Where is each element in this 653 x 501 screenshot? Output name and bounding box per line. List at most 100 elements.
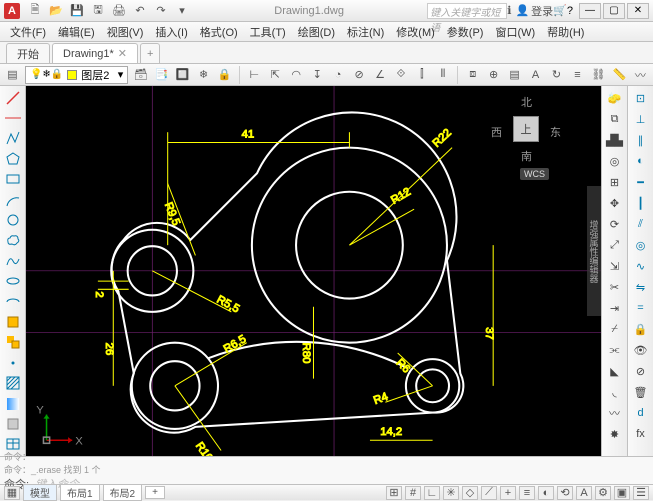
workspace-icon[interactable]: ⚙ (595, 486, 611, 500)
constraint-parallel-icon[interactable]: ∥ (630, 130, 652, 150)
tab-model[interactable]: 模型 (23, 484, 57, 501)
scale-tool[interactable]: ⤢ (604, 235, 626, 255)
otrack-mode-icon[interactable]: ⟋ (481, 486, 497, 500)
menu-file[interactable]: 文件(F) (4, 22, 52, 42)
array-tool[interactable]: ⊞ (604, 172, 626, 192)
snap-mode-icon[interactable]: ⊞ (386, 486, 402, 500)
fillet-tool[interactable]: ◟ (604, 382, 626, 402)
offset-tool[interactable]: ◎ (604, 151, 626, 171)
constraint-hide-icon[interactable]: ⊘ (630, 361, 652, 381)
transparency-icon[interactable]: ◐ (538, 486, 554, 500)
tab-layout1[interactable]: 布局1 (60, 484, 100, 501)
grid-mode-icon[interactable]: # (405, 486, 421, 500)
redo-icon[interactable]: ↷ (152, 2, 170, 20)
constraint-vert-icon[interactable]: ┃ (630, 193, 652, 213)
dropdown-icon[interactable]: ▾ (173, 2, 191, 20)
tab-drawing1[interactable]: Drawing1*✕ (52, 43, 138, 63)
make-block-tool[interactable] (2, 333, 24, 352)
ortho-mode-icon[interactable]: ∟ (424, 486, 440, 500)
dim-ordinate-icon[interactable]: ↧ (309, 65, 326, 85)
view-cube[interactable]: 北 南 东 西 上 (491, 94, 561, 164)
menu-edit[interactable]: 编辑(E) (52, 22, 101, 42)
dim-quick-icon[interactable]: ⟐ (393, 65, 410, 85)
blend-tool[interactable]: 〰 (604, 403, 626, 423)
clean-screen-icon[interactable]: ▣ (614, 486, 630, 500)
constraint-equal-icon[interactable]: = (630, 298, 652, 318)
menu-param[interactable]: 参数(P) (441, 22, 490, 42)
wcs-badge[interactable]: WCS (520, 168, 549, 180)
constraint-show-icon[interactable]: 👁 (630, 340, 652, 360)
lineweight-toggle-icon[interactable]: ≡ (519, 486, 535, 500)
explode-tool[interactable]: ✸ (604, 424, 626, 444)
xline-tool[interactable] (2, 108, 24, 127)
erase-tool[interactable]: 🧽 (604, 88, 626, 108)
undo-icon[interactable]: ↶ (131, 2, 149, 20)
chamfer-tool[interactable]: ◣ (604, 361, 626, 381)
exchange-icon[interactable]: 🛒 (553, 4, 567, 17)
polygon-tool[interactable] (2, 149, 24, 168)
insert-block-tool[interactable] (2, 312, 24, 331)
minimize-button[interactable]: — (579, 3, 601, 19)
layer-dropdown[interactable]: 💡❄🔒图层2▾ (25, 66, 128, 84)
app-logo[interactable]: A (4, 3, 20, 19)
layer-freeze-icon[interactable]: ❄ (195, 65, 212, 85)
gradient-tool[interactable] (2, 394, 24, 413)
side-panel-handle[interactable]: 增强属性编辑器 (587, 186, 601, 316)
move-tool[interactable]: ✥ (604, 193, 626, 213)
ellipse-arc-tool[interactable] (2, 292, 24, 311)
command-line[interactable]: 命令： 命令：_.erase 找到 1 个 命令: 键入命令 (0, 456, 653, 484)
dim-diameter-icon[interactable]: ⊘ (351, 65, 368, 85)
layer-manager-icon[interactable]: ▤ (4, 65, 21, 85)
layer-states-icon[interactable]: 🗃 (132, 65, 149, 85)
polyline-tool[interactable] (2, 129, 24, 148)
dim-radius-icon[interactable]: ◔ (330, 65, 347, 85)
constraint-concentric-icon[interactable]: ◎ (630, 235, 652, 255)
help-icon[interactable]: ? (567, 5, 573, 17)
join-tool[interactable]: ⫘ (604, 340, 626, 360)
customize-icon[interactable]: ☰ (633, 486, 649, 500)
tab-add[interactable]: + (140, 43, 160, 63)
print-icon[interactable]: 🖨 (110, 2, 128, 20)
polar-mode-icon[interactable]: ✳ (443, 486, 459, 500)
layer-iso-icon[interactable]: 📑 (153, 65, 170, 85)
break-tool[interactable]: ⌿ (604, 319, 626, 339)
constraint-tangent-icon[interactable]: ◐ (630, 151, 652, 171)
open-icon[interactable]: 📂 (47, 2, 65, 20)
maximize-button[interactable]: ▢ (603, 3, 625, 19)
menu-modify[interactable]: 修改(M) (390, 22, 441, 42)
menu-draw[interactable]: 绘图(D) (292, 22, 341, 42)
constraint-perp-icon[interactable]: ⊥ (630, 109, 652, 129)
menu-help[interactable]: 帮助(H) (541, 22, 590, 42)
saveas-icon[interactable]: 🖫 (89, 2, 107, 20)
dim-linear-icon[interactable]: ⊢ (246, 65, 263, 85)
menu-view[interactable]: 视图(V) (101, 22, 150, 42)
info-icon[interactable]: ℹ (507, 4, 511, 17)
constraint-horiz-icon[interactable]: ━ (630, 172, 652, 192)
dim-baseline-icon[interactable]: ⫿ (413, 65, 430, 85)
layer-lock-icon[interactable]: 🔒 (216, 65, 233, 85)
osnap-mode-icon[interactable]: ◇ (462, 486, 478, 500)
menu-insert[interactable]: 插入(I) (149, 22, 193, 42)
dim-continue-icon[interactable]: ⫴ (434, 65, 451, 85)
hatch-tool[interactable] (2, 373, 24, 392)
extend-tool[interactable]: ⇥ (604, 298, 626, 318)
param-mgr-icon[interactable]: fx (630, 424, 652, 444)
tab-start[interactable]: 开始 (6, 43, 50, 63)
constraint-smooth-icon[interactable]: ∿ (630, 256, 652, 276)
trim-tool[interactable]: ✂ (604, 277, 626, 297)
constraint-coincident-icon[interactable]: ⊡ (630, 88, 652, 108)
copy-tool[interactable]: ⧉ (604, 109, 626, 129)
constraint-colinear-icon[interactable]: ⫽ (630, 214, 652, 234)
dim-update-icon[interactable]: ↻ (548, 65, 565, 85)
search-input[interactable]: 键入关键字或短语 (427, 3, 507, 19)
measure-icon[interactable]: 📏 (611, 65, 628, 85)
dim-aligned-icon[interactable]: ⇱ (267, 65, 284, 85)
constraint-del-icon[interactable]: 🗑 (630, 382, 652, 402)
menu-format[interactable]: 格式(O) (194, 22, 244, 42)
lineweight-icon[interactable]: ≡ (569, 65, 586, 85)
tab-layout2[interactable]: 布局2 (103, 484, 143, 501)
annoscale-icon[interactable]: A (576, 486, 592, 500)
save-icon[interactable]: 💾 (68, 2, 86, 20)
rectangle-tool[interactable] (2, 170, 24, 189)
menu-tools[interactable]: 工具(T) (244, 22, 292, 42)
